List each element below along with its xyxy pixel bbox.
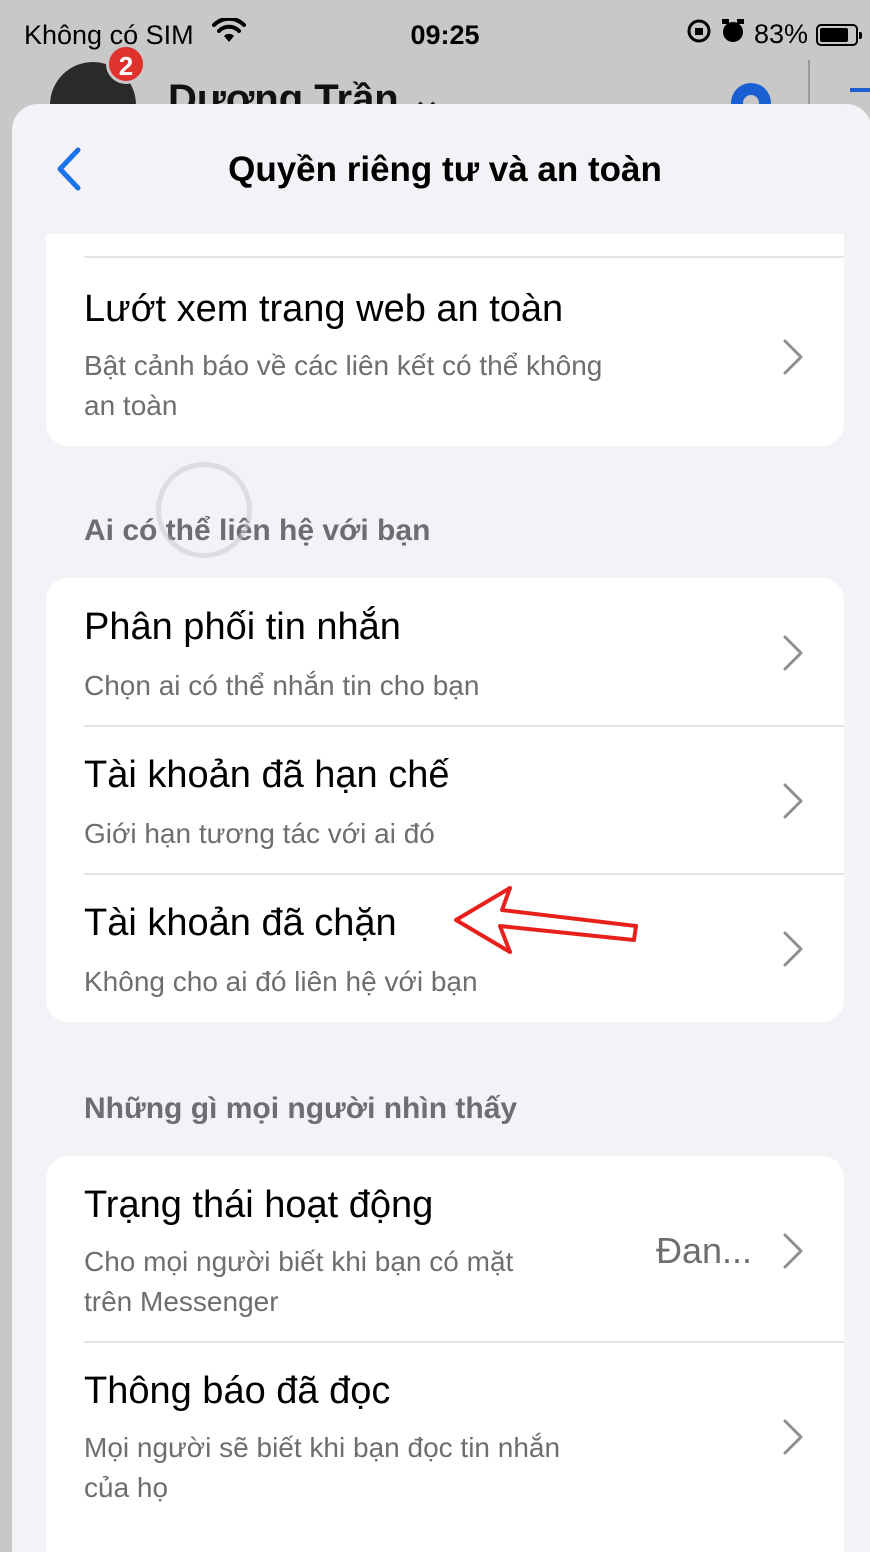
active-status-value: Đan... — [655, 1230, 752, 1271]
subtitle-line: của họ — [84, 1472, 169, 1503]
contact-card: Phân phối tin nhắn Chọn ai có thể nhắn t… — [46, 578, 844, 1022]
row-subtitle: Không cho ai đó liên hệ với bạn — [84, 966, 478, 997]
chevron-right-icon — [783, 1419, 803, 1455]
chevron-right-icon — [783, 1233, 803, 1269]
row-subtitle: Cho mọi người biết khi bạn có mặt trên M… — [84, 1242, 644, 1322]
row-title: Tài khoản đã chặn — [84, 902, 397, 944]
subtitle-line: Bật cảnh báo về các liên kết có thể khôn… — [84, 350, 603, 381]
row-title: Phân phối tin nhắn — [84, 606, 401, 648]
message-delivery-row[interactable]: Phân phối tin nhắn Chọn ai có thể nhắn t… — [46, 578, 844, 726]
safe-browsing-card: Lướt xem trang web an toàn Bật cảnh báo … — [46, 234, 844, 446]
subtitle-line: Cho mọi người biết khi bạn có mặt — [84, 1246, 514, 1277]
row-subtitle: Giới hạn tương tác với ai đó — [84, 818, 435, 849]
chevron-right-icon — [783, 635, 803, 671]
chevron-right-icon — [783, 339, 803, 375]
alarm-icon — [720, 18, 746, 51]
notification-badge: 2 — [106, 44, 146, 84]
orientation-lock-icon — [686, 18, 712, 51]
subtitle-line: Mọi người sẽ biết khi bạn đọc tin nhắn — [84, 1432, 561, 1463]
edit-icon — [850, 88, 870, 92]
subtitle-line: an toàn — [84, 390, 178, 421]
settings-sheet: Quyền riêng tư và an toàn Lướt xem trang… — [12, 104, 870, 1552]
restricted-accounts-row[interactable]: Tài khoản đã hạn chế Giới hạn tương tác … — [46, 726, 844, 874]
section-header-contact: Ai có thể liên hệ với bạn — [84, 514, 431, 547]
battery-percent: 83% — [753, 19, 808, 49]
row-subtitle: Mọi người sẽ biết khi bạn đọc tin nhắn c… — [84, 1428, 644, 1508]
row-subtitle: Bật cảnh báo về các liên kết có thể khôn… — [84, 346, 644, 426]
chevron-right-icon — [783, 783, 803, 819]
blocked-accounts-row[interactable]: Tài khoản đã chặn Không cho ai đó liên h… — [46, 874, 844, 1022]
nav-bar: Quyền riêng tư và an toàn — [12, 104, 870, 234]
safe-browsing-row[interactable]: Lướt xem trang web an toàn Bật cảnh báo … — [46, 234, 844, 446]
row-title: Tài khoản đã hạn chế — [84, 754, 450, 796]
row-title: Lướt xem trang web an toàn — [84, 288, 564, 330]
visibility-card: Trạng thái hoạt động Cho mọi người biết … — [46, 1156, 844, 1552]
page-title: Quyền riêng tư và an toàn — [228, 150, 662, 189]
battery-icon — [816, 23, 862, 46]
row-title: Thông báo đã đọc — [84, 1370, 391, 1412]
section-header-visibility: Những gì mọi người nhìn thấy — [84, 1092, 518, 1125]
subtitle-line: trên Messenger — [84, 1286, 279, 1317]
read-receipts-row[interactable]: Thông báo đã đọc Mọi người sẽ biết khi b… — [46, 1342, 844, 1552]
row-subtitle: Chọn ai có thể nhắn tin cho bạn — [84, 670, 480, 701]
row-title: Trạng thái hoạt động — [84, 1184, 434, 1226]
status-right: 83% — [686, 18, 862, 51]
active-status-row[interactable]: Trạng thái hoạt động Cho mọi người biết … — [46, 1156, 844, 1342]
chevron-right-icon — [783, 931, 803, 967]
